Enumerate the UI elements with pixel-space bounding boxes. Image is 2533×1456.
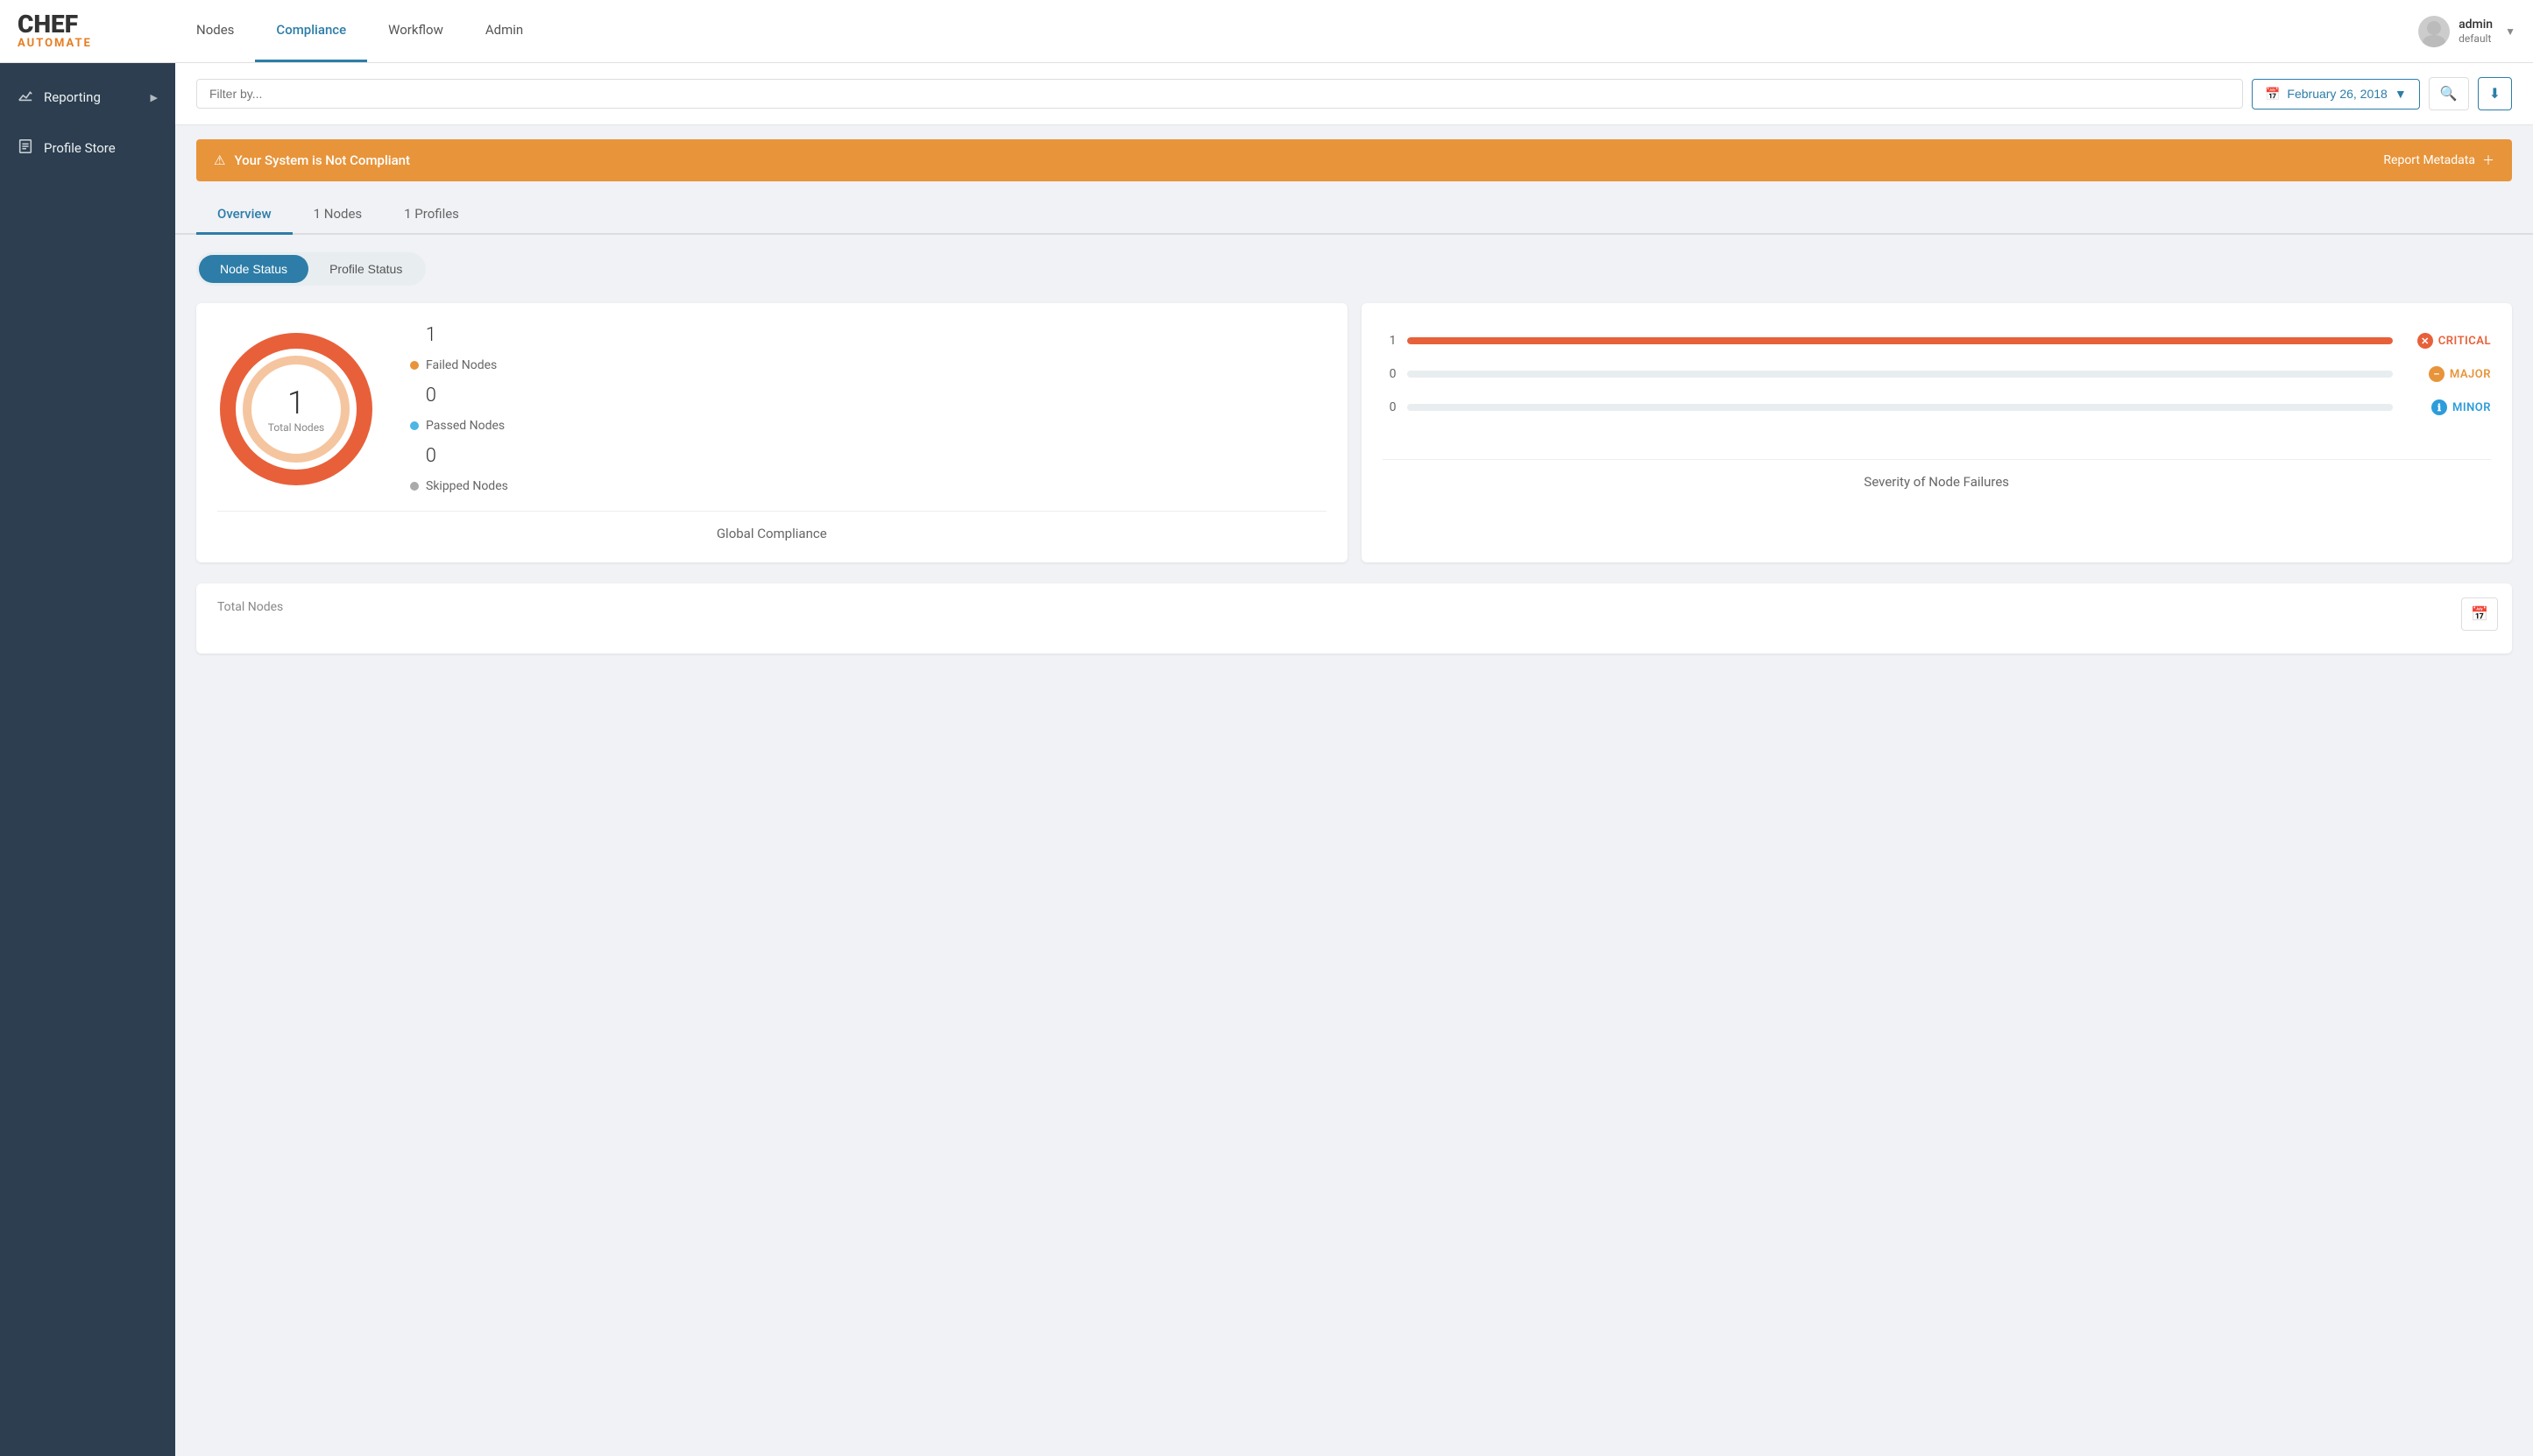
logo: CHEF AUTOMATE (18, 12, 140, 50)
passed-nodes-row: Passed Nodes (410, 419, 508, 433)
major-icon: – (2429, 366, 2445, 382)
reporting-icon (18, 88, 33, 107)
bottom-calendar-button[interactable]: 📅 (2461, 597, 2498, 631)
skipped-nodes-row: Skipped Nodes (410, 479, 508, 493)
critical-bar (1407, 337, 2394, 344)
nav-admin[interactable]: Admin (464, 0, 544, 62)
main-nav: Nodes Compliance Workflow Admin (175, 0, 2418, 62)
passed-label: Passed Nodes (426, 419, 505, 433)
critical-row: 1 ✕ CRITICAL (1383, 333, 2492, 349)
avatar (2418, 16, 2450, 47)
alert-text: Your System is Not Compliant (234, 152, 410, 168)
failed-nodes-row: Failed Nodes (410, 358, 508, 372)
bottom-calendar-icon: 📅 (2471, 607, 2488, 622)
total-nodes-number: 1 (268, 385, 325, 421)
node-stats: 1 Failed Nodes 0 Passed Nodes (410, 324, 508, 493)
warning-icon: ⚠ (214, 152, 225, 168)
node-status-toggle[interactable]: Node Status (199, 255, 308, 283)
critical-bar-bg (1407, 337, 2394, 344)
failed-label: Failed Nodes (426, 358, 497, 372)
minor-bar-bg (1407, 404, 2394, 411)
major-label: MAJOR (2450, 368, 2491, 381)
major-label-area: – MAJOR (2403, 366, 2491, 382)
minor-row: 0 ℹ MINOR (1383, 399, 2492, 415)
profile-status-toggle[interactable]: Profile Status (308, 255, 423, 283)
minor-count: 0 (1383, 400, 1397, 414)
minor-icon: ℹ (2431, 399, 2447, 415)
major-bar-bg (1407, 371, 2394, 378)
download-button[interactable]: ⬇ (2478, 77, 2512, 110)
bottom-card: Total Nodes 📅 (196, 583, 2512, 654)
severity-title: Severity of Node Failures (1383, 459, 2492, 490)
main-layout: Reporting ▶ Profile Store 📅 February 26,… (0, 63, 2533, 1456)
severity-card: 1 ✕ CRITICAL 0 (1362, 303, 2513, 562)
report-metadata-label: Report Metadata (2383, 153, 2475, 167)
donut-section: 1 Total Nodes 1 Failed Nodes (217, 324, 1327, 493)
tab-profiles[interactable]: 1 Profiles (383, 195, 480, 235)
failed-dot (410, 361, 419, 370)
critical-label: CRITICAL (2438, 335, 2491, 348)
calendar-icon: 📅 (2265, 87, 2280, 102)
total-nodes-label: Total Nodes (268, 421, 325, 434)
passed-dot (410, 421, 419, 430)
critical-count: 1 (1383, 334, 1397, 348)
user-info: admin default (2459, 17, 2493, 46)
tab-overview[interactable]: Overview (196, 195, 293, 235)
top-navigation: CHEF AUTOMATE Nodes Compliance Workflow … (0, 0, 2533, 63)
main-content: 📅 February 26, 2018 ▼ 🔍 ⬇ ⚠ Your System … (175, 63, 2533, 1456)
skipped-dot (410, 482, 419, 491)
user-chevron-icon[interactable]: ▼ (2505, 25, 2515, 38)
failed-count: 1 (410, 324, 436, 346)
critical-label-area: ✕ CRITICAL (2403, 333, 2491, 349)
sidebar-item-reporting[interactable]: Reporting ▶ (0, 72, 175, 123)
global-compliance-label: Global Compliance (217, 511, 1327, 541)
status-toggle-group: Node Status Profile Status (196, 252, 426, 286)
tabs-bar: Overview 1 Nodes 1 Profiles (175, 195, 2533, 235)
cards-row: 1 Total Nodes 1 Failed Nodes (175, 303, 2533, 583)
bottom-card-label: Total Nodes (217, 600, 283, 614)
logo-automate: AUTOMATE (18, 37, 92, 50)
severity-section: 1 ✕ CRITICAL 0 (1383, 324, 2492, 442)
compliance-alert-banner: ⚠ Your System is Not Compliant Report Me… (196, 139, 2512, 181)
nav-nodes[interactable]: Nodes (175, 0, 255, 62)
user-name: admin (2459, 17, 2493, 32)
skipped-count: 0 (410, 445, 436, 467)
date-picker-button[interactable]: 📅 February 26, 2018 ▼ (2252, 79, 2420, 110)
sidebar-profile-store-label: Profile Store (44, 140, 158, 156)
alert-message: ⚠ Your System is Not Compliant (214, 152, 410, 168)
nav-workflow[interactable]: Workflow (367, 0, 464, 62)
add-icon: ＋ (2482, 152, 2494, 169)
donut-center: 1 Total Nodes (268, 385, 325, 434)
major-count: 0 (1383, 367, 1397, 381)
reporting-arrow-icon: ▶ (151, 92, 158, 103)
critical-icon: ✕ (2417, 333, 2433, 349)
logo-chef: CHEF (18, 12, 78, 37)
major-row: 0 – MAJOR (1383, 366, 2492, 382)
skipped-label: Skipped Nodes (426, 479, 508, 493)
filter-input[interactable] (196, 79, 2243, 109)
donut-chart: 1 Total Nodes (217, 330, 375, 488)
search-icon: 🔍 (2440, 87, 2458, 102)
sidebar: Reporting ▶ Profile Store (0, 63, 175, 1456)
date-chevron-icon: ▼ (2395, 87, 2407, 101)
sidebar-reporting-label: Reporting (44, 89, 140, 105)
global-compliance-card: 1 Total Nodes 1 Failed Nodes (196, 303, 1348, 562)
skipped-nodes-stat: 0 (410, 445, 508, 467)
download-icon: ⬇ (2489, 87, 2501, 102)
minor-label: MINOR (2452, 401, 2491, 414)
date-label: February 26, 2018 (2287, 87, 2387, 101)
failed-nodes-stat: 1 (410, 324, 508, 346)
user-area: admin default ▼ (2418, 16, 2515, 47)
search-button[interactable]: 🔍 (2429, 77, 2469, 110)
tab-nodes[interactable]: 1 Nodes (293, 195, 384, 235)
minor-label-area: ℹ MINOR (2403, 399, 2491, 415)
profile-store-icon (18, 138, 33, 158)
nav-compliance[interactable]: Compliance (255, 0, 367, 62)
filter-bar: 📅 February 26, 2018 ▼ 🔍 ⬇ (175, 63, 2533, 125)
user-role: default (2459, 32, 2493, 46)
sidebar-item-profile-store[interactable]: Profile Store (0, 123, 175, 173)
passed-nodes-stat: 0 (410, 385, 508, 406)
passed-count: 0 (410, 385, 436, 406)
report-metadata-button[interactable]: Report Metadata ＋ (2383, 152, 2494, 169)
